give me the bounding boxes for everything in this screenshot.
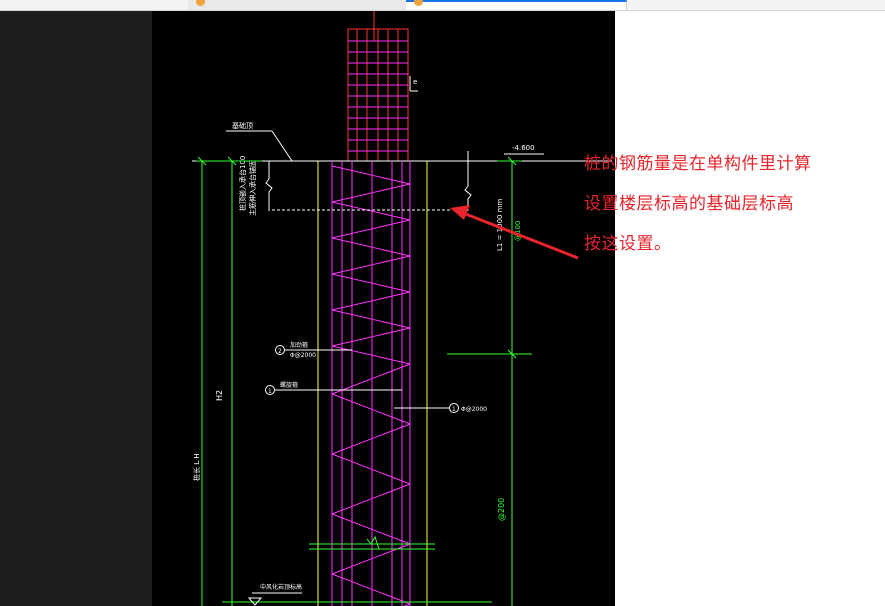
pile-section-drawing: e -4.600 基础顶 桩顶嵌入承台100 主筋伸入承台锚固 L1 = 100…	[192, 11, 612, 606]
spiral-stirrups	[331, 165, 411, 606]
browser-tab-strip	[0, 0, 885, 11]
callout-right-spec: Φ@2000	[461, 406, 487, 413]
callout-1-number: 1	[268, 388, 272, 395]
callout-2-number: 2	[278, 348, 282, 355]
annotation-line-2: 设置楼层标高的基础层标高	[584, 194, 794, 214]
right-white-area	[615, 11, 885, 606]
callout-2-text: 加劲箍	[290, 341, 308, 349]
browser-tab-active[interactable]	[406, 0, 627, 10]
dim-pile-length: 桩长 L H	[192, 453, 201, 481]
dim-right-top: L1 = 1000 mm	[496, 198, 504, 251]
callout-2-spec: Φ@2000	[290, 352, 316, 359]
dim-right-circle: @100	[514, 221, 522, 241]
annotation-line-3: 按这设置。	[584, 234, 672, 254]
embed-label-a: 桩顶嵌入承台100	[238, 156, 247, 211]
cad-drawing-canvas: e -4.600 基础顶 桩顶嵌入承台100 主筋伸入承台锚固 L1 = 100…	[152, 11, 615, 606]
tab-favicon-icon	[414, 0, 423, 6]
elevation-label: -4.600	[512, 144, 535, 152]
embed-label-b: 主筋伸入承台锚固	[248, 160, 257, 216]
bottom-label: 中风化岩顶标高	[260, 583, 302, 591]
top-tick-label: e	[413, 78, 417, 86]
dim-right-lower: @200	[497, 498, 506, 521]
callout-right-number: 1	[452, 406, 456, 413]
callout-1-text: 螺旋箍	[280, 381, 298, 389]
annotation-line-1: 桩的钢筋量是在单构件里计算	[584, 154, 812, 174]
column-rebar-cage	[347, 28, 409, 162]
tab-favicon-icon	[196, 0, 205, 6]
base-top-label: 基础顶	[232, 121, 253, 130]
annotation-note: 桩的钢筋量是在单构件里计算 设置楼层标高的基础层标高 按这设置。	[584, 144, 884, 264]
dim-h2: H2	[215, 390, 224, 401]
browser-tab[interactable]	[188, 0, 407, 10]
dimension-lines	[196, 160, 532, 606]
left-dark-margin	[0, 11, 152, 606]
